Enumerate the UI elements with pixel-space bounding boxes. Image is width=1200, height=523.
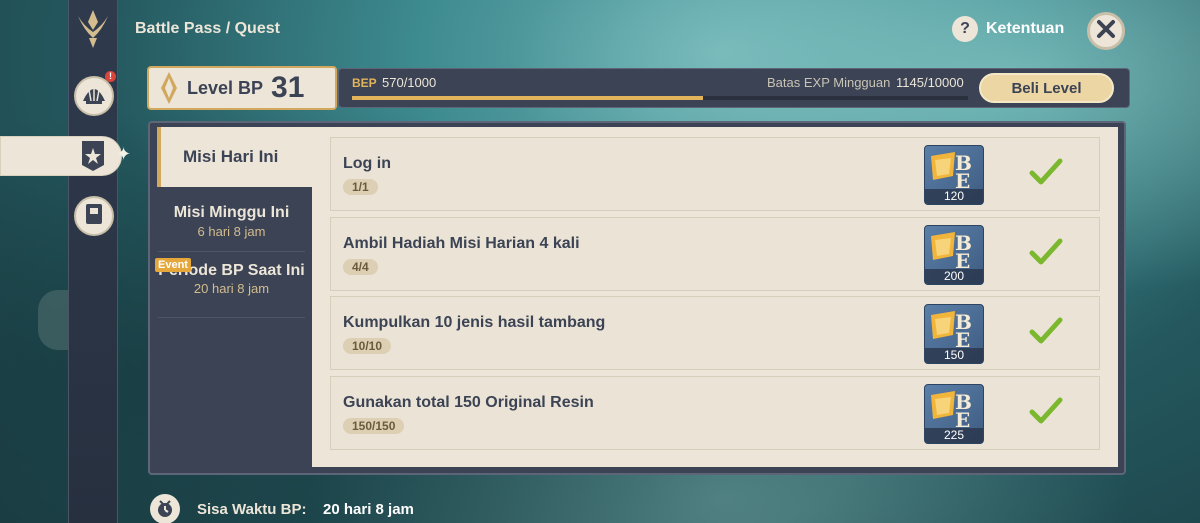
bp-time-label: Sisa Waktu BP: [197,501,307,518]
sidebar-item-rewards[interactable] [74,76,114,116]
bep-label: BEP [352,76,377,90]
notebook-icon [84,202,104,231]
level-box: Level BP 31 [147,66,337,110]
bp-exp-reward[interactable]: B E 150 [924,304,984,364]
level-number: 31 [271,71,305,104]
bep-progress-bar [352,96,968,100]
rules-label: Ketentuan [986,20,1065,37]
bep-value: 570/1000 [382,75,437,90]
tab-daily-missions[interactable]: Misi Hari Ini [157,127,312,187]
breadcrumb: Battle Pass / Quest [135,20,280,37]
edge-tab [38,290,68,350]
weekly-exp-label: Batas EXP Mingguan [767,75,891,90]
tab-weekly-label: Misi Minggu Ini [173,204,290,221]
reward-count: 120 [925,189,983,204]
sparkle-icon: ✦ [116,144,132,164]
quest-row[interactable]: Ambil Hadiah Misi Harian 4 kali 4/4 B E … [330,217,1100,291]
quest-progress: 1/1 [343,179,378,195]
close-button[interactable] [1087,12,1125,50]
level-emblem-icon [155,68,183,108]
rules-button[interactable]: ? Ketentuan [952,16,1064,42]
bp-exp-icon: B E [931,390,972,432]
level-label: Level BP [187,77,264,98]
battle-pass-emblem-icon [72,6,114,52]
check-icon [1029,237,1063,272]
quest-progress: 10/10 [343,338,392,354]
quest-name: Ambil Hadiah Misi Harian 4 kali [343,235,580,252]
reward-count: 200 [925,269,983,284]
bp-exp-icon: B E [931,151,972,193]
timer-icon [150,494,180,523]
quest-banner-icon [78,138,108,174]
bp-exp-reward[interactable]: B E 225 [924,384,984,444]
quest-name: Gunakan total 150 Original Resin [343,394,594,411]
help-icon: ? [952,16,978,42]
quest-row[interactable]: Kumpulkan 10 jenis hasil tambang 10/10 B… [330,296,1100,370]
tab-weekly-time: 6 hari 8 jam [197,224,266,239]
quest-row[interactable]: Log in 1/1 B E 120 [330,137,1100,211]
check-icon [1029,316,1063,351]
notification-badge: ! [105,71,116,82]
weekly-exp-value: 1145/10000 [896,75,964,90]
quest-row[interactable]: Gunakan total 150 Original Resin 150/150… [330,376,1100,450]
bep-progress-fill [352,96,704,100]
bp-exp-reward[interactable]: B E 120 [924,145,984,205]
bp-exp-reward[interactable]: B E 200 [924,225,984,285]
reward-count: 225 [925,428,983,443]
tab-weekly-missions[interactable]: Misi Minggu Ini 6 hari 8 jam [158,204,305,252]
check-icon [1029,396,1063,431]
event-badge: Event [155,258,191,272]
check-icon [1029,157,1063,192]
buy-level-button[interactable]: Beli Level [979,73,1114,103]
quest-progress: 4/4 [343,259,378,275]
reward-count: 150 [925,348,983,363]
close-icon [1096,19,1116,44]
bp-exp-icon: B E [931,231,972,273]
quest-name: Log in [343,155,391,172]
quest-progress: 150/150 [343,418,405,434]
tab-period-time: 20 hari 8 jam [193,281,270,296]
bp-time-value: 20 hari 8 jam [323,501,414,518]
sidebar-item-notebook[interactable] [74,196,114,236]
quest-name: Kumpulkan 10 jenis hasil tambang [343,314,606,331]
bp-exp-icon: B E [931,310,972,352]
shell-icon [81,83,107,110]
